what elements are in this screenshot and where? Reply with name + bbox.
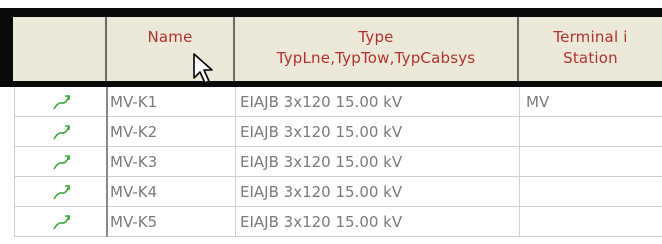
column-header-type-label: Type [358,28,394,46]
line-route-icon [53,155,70,170]
row-icon-cell[interactable] [14,87,108,117]
column-header-name-label: Name [147,28,193,46]
column-header-type-sublabel: TypLne,TypTow,TypCabsys [276,49,476,67]
cell-type[interactable]: EIAJB 3x120 15.00 kV [236,87,520,117]
cell-name[interactable]: MV-K4 [108,177,236,207]
cell-type[interactable]: EIAJB 3x120 15.00 kV [236,177,520,207]
row-icon-cell[interactable] [14,177,108,207]
table-header: Name Type TypLne,TypTow,TypCabsys Termin… [13,17,662,83]
row-icon-cell[interactable] [14,117,108,147]
cell-name[interactable]: MV-K1 [108,87,236,117]
cell-type[interactable]: EIAJB 3x120 15.00 kV [236,147,520,177]
arrow-pointer-icon [193,53,213,84]
cell-terminal-i[interactable] [520,117,662,147]
cell-type[interactable]: EIAJB 3x120 15.00 kV [236,207,520,237]
column-header-terminal-i[interactable]: Terminal i Station [519,17,662,83]
cell-terminal-i[interactable] [520,177,662,207]
cell-terminal-i[interactable] [520,207,662,237]
line-route-icon [53,215,70,230]
column-header-type[interactable]: Type TypLne,TypTow,TypCabsys [235,17,519,83]
header-focus-frame-top [0,8,662,17]
column-header-terminal-sublabel: Station [563,49,618,67]
table-row[interactable]: MV-K1 EIAJB 3x120 15.00 kV MV [14,87,662,117]
cell-name[interactable]: MV-K5 [108,207,236,237]
cell-terminal-i[interactable]: MV [520,87,662,117]
table-row[interactable]: MV-K2 EIAJB 3x120 15.00 kV [14,117,662,147]
cell-terminal-i[interactable] [520,147,662,177]
spreadsheet-view: Name Type TypLne,TypTow,TypCabsys Termin… [0,0,662,244]
header-focus-frame-left [0,8,13,87]
row-icon-cell[interactable] [14,207,108,237]
cell-type[interactable]: EIAJB 3x120 15.00 kV [236,117,520,147]
line-route-icon [53,125,70,140]
table-row[interactable]: MV-K3 EIAJB 3x120 15.00 kV [14,147,662,177]
line-route-icon [53,185,70,200]
cell-name[interactable]: MV-K2 [108,117,236,147]
column-header-terminal-label: Terminal i [553,28,628,46]
line-route-icon [53,95,70,110]
cell-name[interactable]: MV-K3 [108,147,236,177]
table-row[interactable]: MV-K4 EIAJB 3x120 15.00 kV [14,177,662,207]
table-row[interactable]: MV-K5 EIAJB 3x120 15.00 kV [14,207,662,237]
row-icon-cell[interactable] [14,147,108,177]
column-header-icon[interactable] [13,17,107,83]
